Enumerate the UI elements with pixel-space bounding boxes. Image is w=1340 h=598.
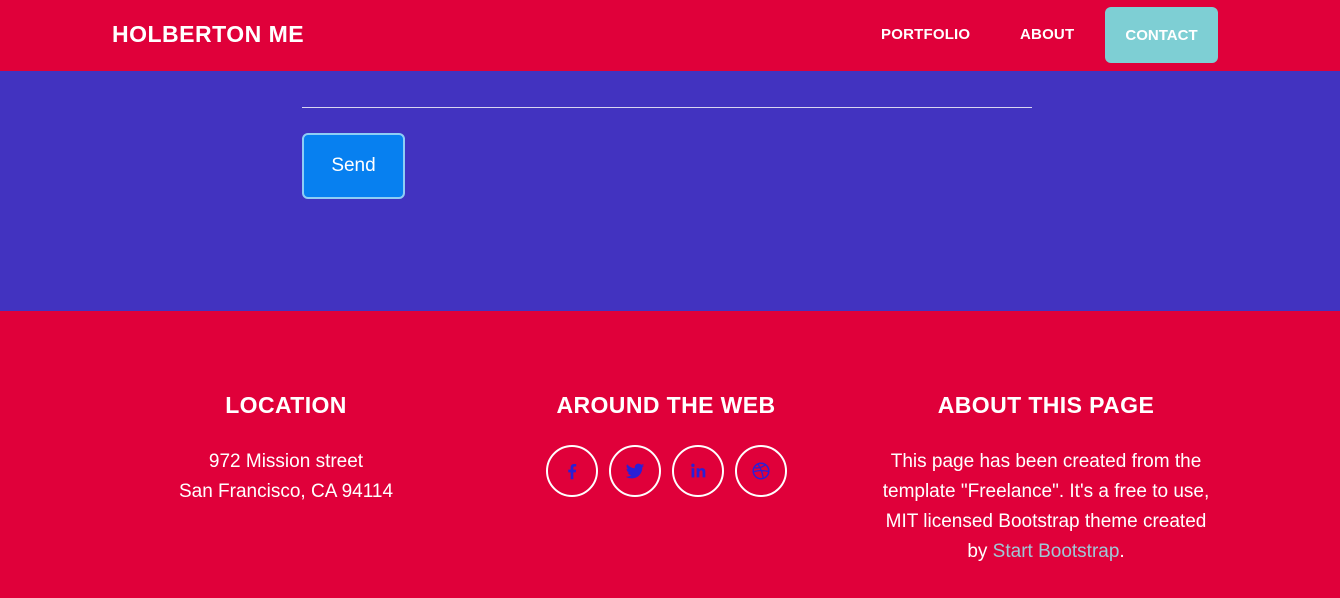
about-heading: ABOUT THIS PAGE [937, 392, 1155, 418]
dribbble-button[interactable] [734, 445, 787, 497]
nav-portfolio[interactable]: PORTFOLIO [881, 26, 970, 43]
contact-section: Send [0, 71, 1340, 311]
address-line-2: San Francisco, CA 94114 [178, 481, 394, 502]
footer-around-the-web: AROUND THE WEB [510, 391, 822, 497]
footer-location: LOCATION 972 Mission street San Francisc… [130, 391, 442, 507]
facebook-icon [567, 463, 576, 480]
message-field[interactable] [302, 107, 1032, 108]
facebook-button[interactable] [545, 445, 598, 497]
twitter-icon [625, 463, 644, 479]
about-text: This page has been created from the temp… [876, 447, 1216, 567]
send-button[interactable]: Send [302, 133, 405, 199]
footer-about: ABOUT THIS PAGE This page has been creat… [876, 391, 1216, 567]
start-bootstrap-link[interactable]: Start Bootstrap [993, 541, 1120, 562]
social-links [510, 445, 822, 497]
linkedin-button[interactable] [671, 445, 724, 497]
address: 972 Mission street San Francisco, CA 941… [130, 447, 442, 507]
nav-contact[interactable]: CONTACT [1105, 7, 1218, 63]
web-heading: AROUND THE WEB [556, 392, 776, 418]
nav-about[interactable]: ABOUT [1020, 26, 1074, 43]
dribbble-icon [751, 462, 770, 480]
address-line-1: 972 Mission street [208, 451, 364, 472]
linkedin-icon [690, 463, 705, 478]
navbar: HOLBERTON ME PORTFOLIO ABOUT CONTACT [0, 0, 1340, 71]
twitter-button[interactable] [608, 445, 661, 497]
brand-link[interactable]: HOLBERTON ME [112, 21, 304, 48]
about-text-end: . [1119, 541, 1125, 562]
footer: LOCATION 972 Mission street San Francisc… [0, 311, 1340, 598]
location-heading: LOCATION [225, 392, 347, 418]
